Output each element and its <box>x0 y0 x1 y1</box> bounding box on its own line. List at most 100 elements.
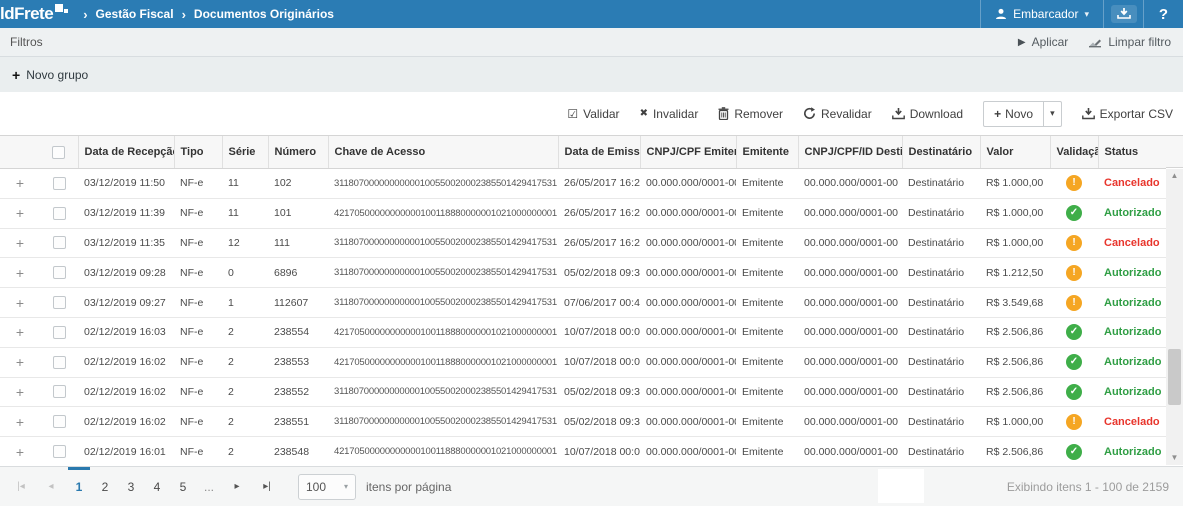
scroll-down-icon[interactable]: ▼ <box>1166 451 1183 465</box>
breadcrumb-item-documentos-originarios[interactable]: Documentos Originários <box>194 7 334 21</box>
row-checkbox[interactable] <box>53 326 66 339</box>
cell-emitente: Emitente <box>736 377 798 407</box>
first-page-icon[interactable]: |◂ <box>6 481 36 492</box>
column-header-chave[interactable]: Chave de Acesso <box>328 136 558 169</box>
scrollbar-thumb[interactable] <box>1168 349 1181 405</box>
column-header-cnpj-destinatario[interactable]: CNPJ/CPF/ID Destinatário <box>798 136 902 169</box>
table-row[interactable]: +02/12/2019 16:03NF-e2238554421705000000… <box>0 317 1166 347</box>
pager-ellipsis: ... <box>196 467 222 506</box>
select-all-checkbox[interactable] <box>52 146 65 159</box>
cell-cnpj-destinatario: 00.000.000/0001-00 <box>798 347 902 377</box>
help-button[interactable]: ? <box>1143 0 1183 28</box>
new-split-button[interactable]: + Novo ▾ <box>983 101 1062 127</box>
row-checkbox[interactable] <box>53 296 66 309</box>
table-row[interactable]: +03/12/2019 11:39NF-e1110142170500000000… <box>0 198 1166 228</box>
row-checkbox[interactable] <box>53 356 66 369</box>
expand-row-icon[interactable]: + <box>0 228 40 258</box>
pager-page-3[interactable]: 3 <box>118 467 144 506</box>
expand-row-icon[interactable]: + <box>0 407 40 437</box>
column-header-data-recepcao[interactable]: Data de Recepção↓ <box>78 136 174 169</box>
pager-page-2[interactable]: 2 <box>92 467 118 506</box>
last-page-icon[interactable]: ▸| <box>252 481 282 492</box>
column-header-emissao[interactable]: Data de Emissão <box>558 136 640 169</box>
row-checkbox[interactable] <box>53 266 66 279</box>
prev-page-icon[interactable]: ◂ <box>36 481 66 492</box>
expand-row-icon[interactable]: + <box>0 169 40 199</box>
revalidate-button[interactable]: Download Revalidar <box>803 107 872 121</box>
cell-cnpj-emitente: 00.000.000/0001-00 <box>640 258 736 288</box>
pager-page-5[interactable]: 5 <box>170 467 196 506</box>
cell-destinatario: Destinatário <box>902 228 980 258</box>
new-group-button[interactable]: + Novo grupo <box>0 67 88 83</box>
breadcrumb-item-gestao-fiscal[interactable]: Gestão Fiscal <box>96 7 174 21</box>
cell-serie: 2 <box>222 347 268 377</box>
cell-emitente: Emitente <box>736 198 798 228</box>
column-header-tipo[interactable]: Tipo <box>174 136 222 169</box>
cell-data-recepcao: 03/12/2019 11:50 <box>78 169 174 199</box>
expand-row-icon[interactable]: + <box>0 347 40 377</box>
page-size-select[interactable]: 100 ▾ <box>298 474 356 500</box>
expand-row-icon[interactable]: + <box>0 198 40 228</box>
table-row[interactable]: +03/12/2019 11:35NF-e1211131180700000000… <box>0 228 1166 258</box>
table-row[interactable]: +03/12/2019 09:27NF-e1112607311807000000… <box>0 288 1166 318</box>
expand-row-icon[interactable]: + <box>0 317 40 347</box>
expand-row-icon[interactable]: + <box>0 258 40 288</box>
table-row[interactable]: +03/12/2019 09:28NF-e0689631180700000000… <box>0 258 1166 288</box>
cell-emitente: Emitente <box>736 288 798 318</box>
vertical-scrollbar[interactable]: ▲ ▼ <box>1166 169 1183 465</box>
clear-filter-button[interactable]: Limpar filtro <box>1088 35 1171 49</box>
cell-destinatario: Destinatário <box>902 407 980 437</box>
next-page-icon[interactable]: ▸ <box>222 481 252 492</box>
cell-data-emissao: 26/05/2017 16:20 <box>558 169 640 199</box>
column-header-validacao[interactable]: Validação <box>1050 136 1098 169</box>
download-button[interactable]: Download <box>892 107 963 121</box>
user-menu[interactable]: Embarcador ▾ <box>980 0 1103 28</box>
cell-destinatario: Destinatário <box>902 169 980 199</box>
new-dropdown-caret[interactable]: ▾ <box>1043 102 1061 126</box>
row-checkbox[interactable] <box>53 207 66 220</box>
apply-filter-button[interactable]: ▶ Aplicar <box>1018 35 1068 49</box>
pager-page-4[interactable]: 4 <box>144 467 170 506</box>
logo-text: ldFrete <box>0 2 53 26</box>
column-header-cnpj-emitente[interactable]: CNPJ/CPF Emitente <box>640 136 736 169</box>
scroll-up-icon[interactable]: ▲ <box>1166 169 1183 183</box>
cell-validacao: ✓ <box>1050 347 1098 377</box>
cell-cnpj-emitente: 00.000.000/0001-00 <box>640 347 736 377</box>
table-row[interactable]: +02/12/2019 16:02NF-e2238552311807000000… <box>0 377 1166 407</box>
column-header-status[interactable]: Status <box>1098 136 1166 169</box>
invalidate-button[interactable]: ✖ Invalidar <box>640 107 699 121</box>
column-header-destinatario[interactable]: Destinatário <box>902 136 980 169</box>
expand-row-icon[interactable]: + <box>0 377 40 407</box>
column-header-valor[interactable]: Valor <box>980 136 1050 169</box>
filters-title: Filtros <box>0 35 43 49</box>
expand-row-icon[interactable]: + <box>0 437 40 467</box>
row-checkbox[interactable] <box>53 445 66 458</box>
validate-button[interactable]: ☑ Validar <box>567 107 619 121</box>
filters-bar: Filtros ▶ Aplicar Limpar filtro <box>0 28 1183 57</box>
row-checkbox[interactable] <box>53 385 66 398</box>
remove-label: Remover <box>734 107 783 121</box>
app-logo[interactable]: ldFrete <box>0 2 69 26</box>
column-header-numero[interactable]: Número <box>268 136 328 169</box>
column-header-emitente[interactable]: Emitente <box>736 136 798 169</box>
table-row[interactable]: +03/12/2019 11:50NF-e1110231180700000000… <box>0 169 1166 199</box>
table-row[interactable]: +02/12/2019 16:02NF-e2238551311807000000… <box>0 407 1166 437</box>
refresh-icon <box>803 107 816 120</box>
cell-chave-acesso: 3118070000000000010055002000238550142941… <box>328 258 558 288</box>
cell-destinatario: Destinatário <box>902 437 980 467</box>
validation-ok-icon: ✓ <box>1066 324 1082 340</box>
row-checkbox[interactable] <box>53 415 66 428</box>
expand-row-icon[interactable]: + <box>0 288 40 318</box>
validation-ok-icon: ✓ <box>1066 384 1082 400</box>
pager-page-1[interactable]: 1 <box>66 467 92 506</box>
header-download-button[interactable] <box>1103 0 1143 28</box>
cell-tipo: NF-e <box>174 258 222 288</box>
remove-button[interactable]: Remover <box>718 107 783 121</box>
row-checkbox[interactable] <box>53 236 66 249</box>
column-header-serie[interactable]: Série <box>222 136 268 169</box>
export-csv-button[interactable]: Exportar CSV <box>1082 107 1173 121</box>
table-row[interactable]: +02/12/2019 16:01NF-e2238548421705000000… <box>0 437 1166 467</box>
cell-cnpj-destinatario: 00.000.000/0001-00 <box>798 437 902 467</box>
row-checkbox[interactable] <box>53 177 66 190</box>
table-row[interactable]: +02/12/2019 16:02NF-e2238553421705000000… <box>0 347 1166 377</box>
